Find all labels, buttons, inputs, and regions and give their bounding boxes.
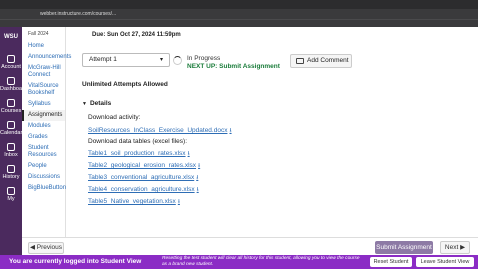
caret-down-icon: ▼ <box>82 101 87 107</box>
file-link-table5[interactable]: Table5_Native_vegetation.xlsx ⭳ <box>88 197 180 207</box>
courses-icon <box>7 99 15 107</box>
course-nav-people[interactable]: People <box>22 161 65 172</box>
calendar-icon <box>7 121 15 129</box>
leave-student-view-button[interactable]: Leave Student View <box>416 257 474 267</box>
course-nav-announcements[interactable]: Announcements <box>22 52 71 63</box>
course-nav-modules[interactable]: Modules <box>22 121 65 132</box>
attempt-select[interactable]: Attempt 1 ▾ <box>82 53 170 67</box>
course-nav-student-resources[interactable]: Student Resources <box>22 143 65 161</box>
next-button[interactable]: Next ▶ <box>440 241 470 254</box>
unlimited-attempts: Unlimited Attempts Allowed <box>82 81 168 88</box>
global-nav: WSU Account Dashboard Courses Calendar I… <box>0 27 27 255</box>
assignment-footer: ◀ Previous Submit Assignment Next ▶ <box>22 237 478 255</box>
course-nav-mcgraw-hill[interactable]: McGraw-Hill Connect <box>22 63 65 81</box>
chevron-left-icon: ◀ <box>29 244 35 251</box>
global-nav-my[interactable]: My <box>0 187 22 203</box>
attempt-select-value: Attempt 1 <box>89 56 117 63</box>
due-date: Due: Sun Oct 27, 2024 11:59pm <box>92 32 181 38</box>
file-link-table3[interactable]: Table3_conventional_agriculture.xlsx ⭳ <box>88 173 198 183</box>
course-nav-vitalsource[interactable]: VitalSource Bookshelf <box>22 81 65 99</box>
next-up-text: NEXT UP: Submit Assignment <box>187 63 280 70</box>
history-icon <box>7 165 15 173</box>
download-icon: ⭳ <box>187 151 190 157</box>
assignment-main: Due: Sun Oct 27, 2024 11:59pm Attempt 1 … <box>70 27 478 237</box>
browser-url-bar[interactable]: webber.instructure.com/courses/... <box>0 9 478 19</box>
course-nav: Fall 2024 Home Announcements McGraw-Hill… <box>22 27 71 255</box>
chevron-down-icon: ▾ <box>159 57 163 63</box>
global-nav-calendar[interactable]: Calendar <box>0 121 22 137</box>
file-link-table4[interactable]: Table4_conservation_agriculture.xlsx ⭳ <box>88 185 199 195</box>
activity-file-link[interactable]: SoilResources_InClass_Exercise_Updated.d… <box>88 126 232 136</box>
course-nav-assignments[interactable]: Assignments <box>22 110 65 121</box>
url-text: webber.instructure.com/courses/... <box>40 11 117 17</box>
student-view-message: You are currently logged into Student Vi… <box>9 258 142 265</box>
global-nav-account[interactable]: Account <box>0 55 22 71</box>
global-nav-inbox[interactable]: Inbox <box>0 143 22 159</box>
student-view-bar: You are currently logged into Student Vi… <box>0 255 478 269</box>
comment-icon <box>296 58 304 64</box>
global-nav-history[interactable]: History <box>0 165 22 181</box>
dashboard-icon <box>7 77 15 85</box>
progress-spinner-icon <box>173 56 182 65</box>
status-text: In Progress <box>187 55 221 62</box>
course-nav-grades[interactable]: Grades <box>22 132 65 143</box>
course-nav-bigbluebutton[interactable]: BigBlueButton <box>22 183 66 194</box>
download-icon: ⭳ <box>229 128 232 134</box>
course-nav-discussions[interactable]: Discussions <box>22 172 65 183</box>
previous-button[interactable]: ◀ Previous <box>28 242 64 254</box>
wsu-logo[interactable]: WSU <box>0 27 22 55</box>
account-icon <box>7 55 15 63</box>
details-toggle[interactable]: ▼ Details <box>82 100 111 107</box>
reset-student-button[interactable]: Reset Student <box>370 257 412 267</box>
submit-assignment-button[interactable]: Submit Assignment <box>375 241 433 254</box>
download-tables-label: Download data tables (excel files): <box>88 138 187 145</box>
global-nav-courses[interactable]: Courses <box>0 99 22 115</box>
course-nav-syllabus[interactable]: Syllabus <box>22 99 65 110</box>
add-comment-button[interactable]: Add Comment <box>290 54 352 68</box>
chevron-right-icon: ▶ <box>460 244 466 251</box>
inbox-icon <box>7 143 15 151</box>
file-link-table2[interactable]: Table2_geological_erosion_rates.xlsx ⭳ <box>88 161 200 171</box>
term-label: Fall 2024 <box>28 31 49 37</box>
download-icon: ⭳ <box>177 199 180 205</box>
download-icon: ⭳ <box>198 163 201 169</box>
student-view-note: Resetting the test student will clear al… <box>162 256 360 267</box>
download-activity-label: Download activity: <box>88 114 141 121</box>
bookmarks-bar <box>0 19 478 27</box>
download-icon: ⭳ <box>196 187 199 193</box>
file-link-table1[interactable]: Table1_soil_production_rates.xlsx ⭳ <box>88 149 190 159</box>
download-icon: ⭳ <box>196 175 199 181</box>
my-icon <box>7 187 15 195</box>
global-nav-dashboard[interactable]: Dashboard <box>0 77 27 93</box>
browser-tab-bar <box>0 0 478 9</box>
course-nav-home[interactable]: Home <box>22 41 65 52</box>
